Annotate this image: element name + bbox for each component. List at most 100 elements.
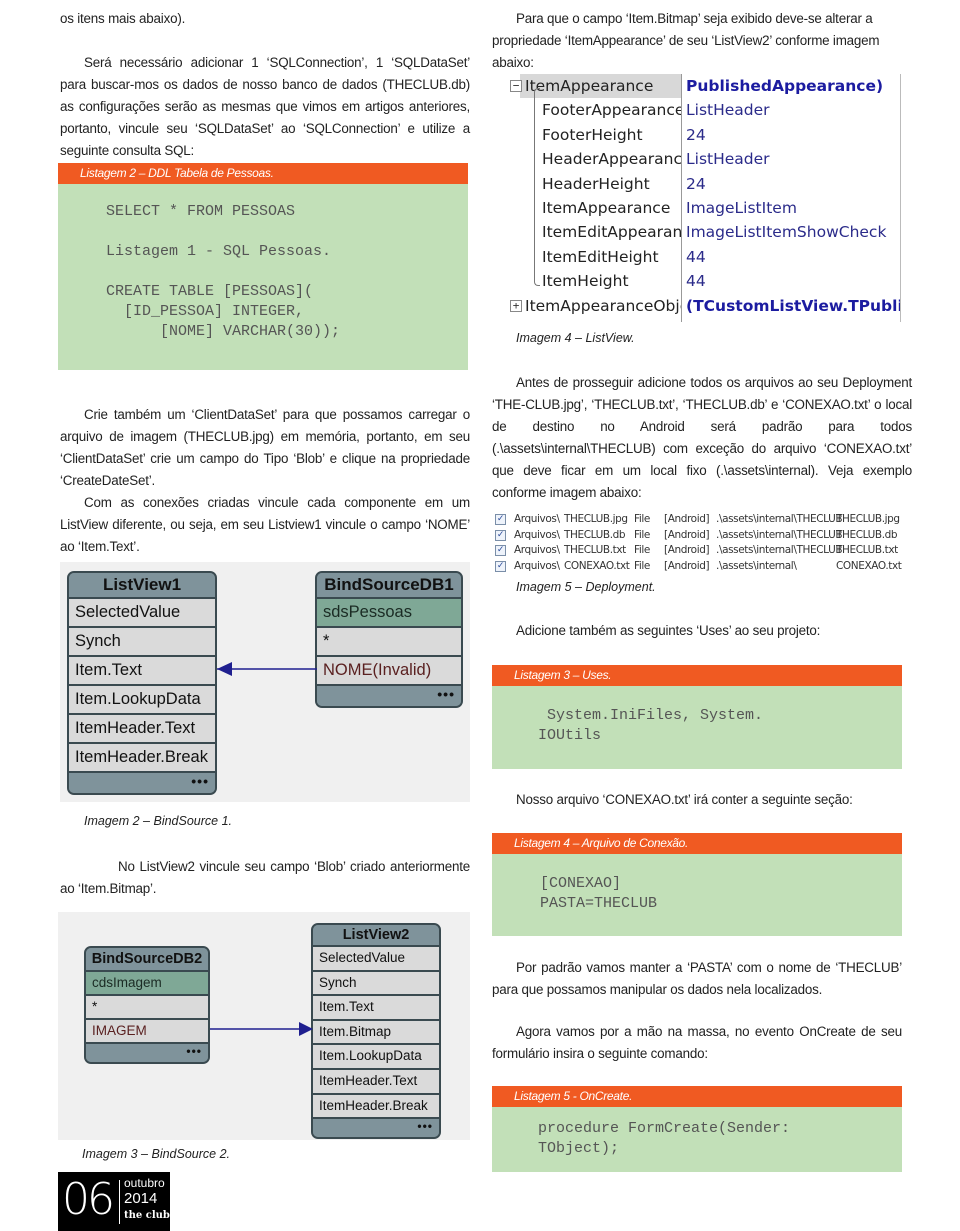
grid-right-edge bbox=[900, 74, 901, 322]
paragraph-uses: Adicione também as seguintes ‘Uses’ ao s… bbox=[516, 623, 821, 638]
paragraph-deployment-text: Antes de prosseguir adicione todos os ar… bbox=[492, 375, 912, 500]
property-value[interactable]: ListHeader bbox=[686, 147, 901, 171]
collapse-icon[interactable]: − bbox=[510, 80, 522, 92]
listing-5-code: procedure FormCreate(Sender: TObject); bbox=[538, 1120, 791, 1157]
paragraph-listview2-text: No ListView2 vincule seu campo ‘Blob’ cr… bbox=[60, 859, 470, 896]
property-row[interactable]: ItemHeight 44 bbox=[500, 269, 902, 293]
tree-connector bbox=[534, 88, 540, 286]
property-row[interactable]: +ItemAppearanceObjects (TCustomListView.T… bbox=[500, 294, 902, 318]
deploy-folder: Arquivos\ bbox=[514, 559, 560, 572]
property-value[interactable]: ImageListItemShowCheck bbox=[686, 220, 901, 244]
deploy-checkbox[interactable]: ✓ bbox=[495, 560, 506, 572]
issue-month: outubro bbox=[124, 1176, 165, 1190]
property-row[interactable]: HeaderHeight 24 bbox=[500, 172, 902, 196]
paragraph-pasta: Por padrão vamos manter a ‘PASTA’ com o … bbox=[492, 957, 902, 1001]
arrow-head-icon bbox=[217, 662, 232, 676]
listing-3-header: Listagem 3 – Uses. bbox=[492, 665, 902, 686]
deploy-platform: [Android] bbox=[664, 544, 710, 556]
listing-5: Listagem 5 - OnCreate. procedure FormCre… bbox=[492, 1086, 902, 1172]
bindsource-diagram-2: BindSourceDB2 cdsImagem * IMAGEM ••• List… bbox=[58, 912, 470, 1140]
paragraph-item-bitmap: Para que o campo ‘Item.Bitmap’ seja exib… bbox=[492, 8, 912, 74]
deploy-folder: Arquivos\ bbox=[514, 544, 560, 556]
link-nome-to-item-text bbox=[217, 662, 317, 676]
caption-imagem-2: Imagem 2 – BindSource 1. bbox=[84, 814, 232, 828]
paragraph-conexao-file: Nosso arquivo ‘CONEXAO.txt’ irá conter a… bbox=[516, 792, 853, 807]
paragraph-connections: Com as conexões criadas vincule cada com… bbox=[60, 492, 470, 558]
property-name: ItemEditHeight bbox=[542, 247, 659, 266]
property-value[interactable]: 24 bbox=[686, 123, 901, 147]
link-imagem-to-item-bitmap bbox=[210, 1022, 313, 1036]
paragraph-deployment: Antes de prosseguir adicione todos os ar… bbox=[492, 372, 912, 504]
paragraph-sql-setup-text: Será necessário adicionar 1 ‘SQLConnecti… bbox=[60, 55, 470, 158]
listing-4: Listagem 4 – Arquivo de Conexão. [CONEXA… bbox=[492, 833, 902, 936]
caption-imagem-4: Imagem 4 – ListView. bbox=[516, 331, 635, 345]
deploy-checkbox[interactable]: ✓ bbox=[495, 529, 506, 541]
property-name: ItemAppearance bbox=[525, 77, 654, 95]
arrow-head-icon bbox=[299, 1022, 313, 1036]
deploy-remote-name: THECLUB.jpg bbox=[836, 513, 900, 525]
issue-year: 2014 bbox=[124, 1190, 158, 1207]
paragraph-connections-text: Com as conexões criadas vincule cada com… bbox=[60, 495, 470, 554]
property-row[interactable]: HeaderAppearance ListHeader bbox=[500, 147, 902, 171]
property-value[interactable]: PublishedAppearance) bbox=[686, 74, 901, 98]
object-inspector-grid: − ItemAppearance PublishedAppearance) Foote… bbox=[500, 74, 902, 322]
deployment-row[interactable]: ✓ Arquivos\ CONEXAO.txt File [Android] .\asse… bbox=[494, 559, 914, 574]
property-row[interactable]: − ItemAppearance PublishedAppearance) bbox=[500, 74, 902, 98]
deploy-file: THECLUB.txt bbox=[564, 544, 626, 556]
bindsource-diagram-1: ListView1 SelectedValue Synch Item.Text Ite… bbox=[60, 562, 470, 802]
deploy-platform: [Android] bbox=[664, 513, 710, 525]
property-name: ItemEditAppearance bbox=[542, 223, 681, 242]
property-value[interactable]: (TCustomListView.TPublished bbox=[686, 294, 901, 318]
deploy-type: File bbox=[634, 528, 650, 541]
property-value[interactable]: ListHeader bbox=[686, 98, 901, 122]
deploy-folder: Arquivos\ bbox=[514, 513, 560, 525]
deploy-folder: Arquivos\ bbox=[514, 528, 560, 541]
listing-4-code: [CONEXAO] PASTA=THECLUB bbox=[540, 875, 658, 912]
deploy-remote-path: .\assets\internal\THECLUB bbox=[716, 544, 843, 556]
listing-3-code: System.IniFiles, System. IOUtils bbox=[538, 707, 764, 744]
deploy-file: CONEXAO.txt bbox=[564, 559, 630, 572]
property-row[interactable]: ItemEditAppearance ImageListItemShowCheck bbox=[500, 220, 902, 244]
property-row[interactable]: ItemEditHeight 44 bbox=[500, 245, 902, 269]
deployment-table: ✓ Arquivos\ THECLUB.jpg File [Android] .\asse… bbox=[494, 512, 914, 576]
property-value[interactable]: ImageListItem bbox=[686, 196, 901, 220]
paragraph-sql-setup: Será necessário adicionar 1 ‘SQLConnecti… bbox=[60, 52, 470, 162]
listing-2: Listagem 2 – DDL Tabela de Pessoas. SELE… bbox=[58, 163, 468, 370]
deploy-checkbox[interactable]: ✓ bbox=[495, 514, 506, 525]
listing-2-code: SELECT * FROM PESSOAS Listagem 1 - SQL P… bbox=[106, 203, 341, 340]
expand-icon[interactable]: + bbox=[510, 299, 522, 312]
property-name: ItemHeight bbox=[542, 272, 629, 291]
property-value[interactable]: 24 bbox=[686, 172, 901, 196]
deploy-type: File bbox=[634, 559, 650, 572]
paragraph-oncreate-text: Agora vamos por a mão na massa, no event… bbox=[492, 1024, 902, 1061]
deploy-type: File bbox=[634, 513, 650, 525]
paragraph-pasta-text: Por padrão vamos manter a ‘PASTA’ com o … bbox=[492, 960, 902, 997]
deployment-row[interactable]: ✓ Arquivos\ THECLUB.db File [Android] .\asset… bbox=[494, 528, 914, 543]
deployment-row[interactable]: ✓ Arquivos\ THECLUB.txt File [Android] .\asse… bbox=[494, 543, 914, 558]
property-row[interactable]: ItemAppearance ImageListItem bbox=[500, 196, 902, 220]
property-name: HeaderHeight bbox=[542, 174, 650, 193]
property-row[interactable]: FooterAppearance ListHeader bbox=[500, 98, 902, 122]
listing-2-header: Listagem 2 – DDL Tabela de Pessoas. bbox=[58, 163, 468, 184]
deploy-remote-path: .\assets\internal\THECLUB bbox=[716, 528, 843, 541]
caption-imagem-3: Imagem 3 – BindSource 2. bbox=[82, 1147, 230, 1161]
grid-column-divider[interactable] bbox=[681, 74, 682, 322]
page-number: 06 bbox=[62, 1174, 115, 1225]
deploy-remote-path: .\assets\internal\ bbox=[716, 559, 797, 572]
property-row[interactable]: FooterHeight 24 bbox=[500, 123, 902, 147]
property-name: FooterAppearance bbox=[542, 101, 681, 120]
property-value[interactable]: 44 bbox=[686, 245, 901, 269]
listing-4-header: Listagem 4 – Arquivo de Conexão. bbox=[492, 833, 902, 854]
deploy-file: THECLUB.jpg bbox=[564, 513, 628, 525]
the-club-logo: the club bbox=[124, 1210, 170, 1221]
deploy-remote-path: .\assets\internal\THECLUB bbox=[716, 513, 843, 525]
paragraph-item-bitmap-text: Para que o campo ‘Item.Bitmap’ seja exib… bbox=[492, 11, 880, 70]
footer-issue-badge: 06 outubro 2014 the club bbox=[58, 1172, 170, 1231]
property-name: ItemAppearanceObjects bbox=[525, 296, 681, 315]
deployment-row[interactable]: ✓ Arquivos\ THECLUB.jpg File [Android] .\asse… bbox=[494, 512, 914, 527]
deploy-type: File bbox=[634, 544, 650, 556]
deploy-checkbox[interactable]: ✓ bbox=[495, 545, 506, 556]
deploy-platform: [Android] bbox=[664, 528, 710, 541]
property-value[interactable]: 44 bbox=[686, 269, 901, 293]
caption-imagem-5: Imagem 5 – Deployment. bbox=[516, 580, 656, 594]
